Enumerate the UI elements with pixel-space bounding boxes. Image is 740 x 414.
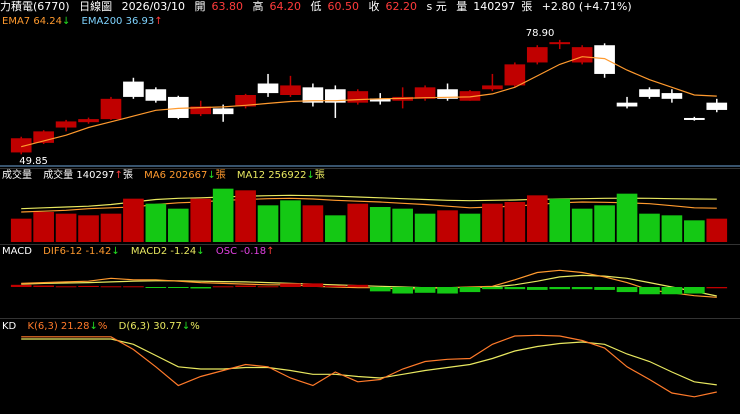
volume-bar bbox=[459, 213, 481, 242]
volume-bar bbox=[325, 215, 346, 242]
volume-bar bbox=[392, 208, 413, 242]
osc-bar bbox=[302, 283, 324, 287]
volume-bar bbox=[302, 205, 324, 242]
osc-bar bbox=[684, 287, 705, 294]
osc-bar bbox=[571, 287, 593, 290]
volume-bar bbox=[257, 205, 279, 242]
volume-bar bbox=[594, 205, 615, 242]
dif-line bbox=[21, 269, 717, 298]
min-price-label: 49.85 bbox=[19, 156, 48, 167]
volume-bar bbox=[10, 218, 32, 242]
volume-bar bbox=[482, 203, 503, 242]
volume-bar bbox=[123, 198, 144, 242]
volume-bar bbox=[661, 215, 683, 242]
osc-bar bbox=[504, 287, 526, 290]
volume-bar bbox=[78, 215, 99, 242]
volume-bar bbox=[549, 198, 571, 242]
volume-bar bbox=[706, 218, 728, 242]
volume-bar bbox=[347, 203, 369, 242]
osc-bar bbox=[167, 287, 189, 288]
osc-bar bbox=[347, 284, 369, 287]
osc-bar bbox=[212, 286, 234, 288]
volume-bar bbox=[571, 208, 593, 242]
osc-bar bbox=[78, 285, 99, 287]
volume-bar bbox=[639, 213, 660, 242]
osc-bar bbox=[235, 285, 256, 287]
osc-bar bbox=[190, 287, 212, 289]
d-line bbox=[21, 338, 717, 386]
osc-bar bbox=[616, 287, 638, 293]
volume-bar bbox=[616, 193, 638, 242]
osc-bar bbox=[414, 287, 436, 293]
osc-bar bbox=[325, 285, 346, 287]
osc-bar bbox=[482, 287, 503, 290]
volume-bar bbox=[235, 190, 256, 242]
volume-bar bbox=[437, 210, 458, 242]
stock-chart-svg: 78.90 49.85 bbox=[0, 28, 740, 398]
osc-bar bbox=[280, 283, 301, 287]
k-line bbox=[21, 334, 717, 398]
osc-bar bbox=[100, 286, 122, 288]
volume-bar bbox=[33, 212, 54, 242]
volume-bar bbox=[414, 213, 436, 242]
volume-bar bbox=[684, 220, 705, 242]
max-price-label: 78.90 bbox=[526, 28, 555, 39]
volume-bar bbox=[100, 213, 122, 242]
volume-bar bbox=[212, 188, 234, 242]
osc-bar bbox=[369, 287, 391, 292]
osc-bar bbox=[437, 287, 458, 294]
osc-bar bbox=[526, 287, 548, 290]
volume-bar bbox=[526, 195, 548, 242]
osc-bar bbox=[594, 287, 615, 290]
osc-bar bbox=[257, 286, 279, 288]
osc-bar bbox=[392, 287, 413, 294]
osc-bar bbox=[661, 287, 683, 295]
volume-bar bbox=[145, 203, 167, 242]
osc-bar bbox=[639, 287, 660, 295]
osc-bar bbox=[145, 287, 167, 288]
volume-bar bbox=[167, 208, 189, 242]
osc-bar bbox=[459, 287, 481, 293]
osc-bar bbox=[549, 287, 571, 290]
osc-bar bbox=[10, 284, 32, 287]
osc-bar bbox=[55, 286, 77, 288]
volume-bar bbox=[280, 200, 301, 242]
volume-bar bbox=[55, 213, 77, 242]
osc-bar bbox=[33, 285, 54, 287]
osc-bar bbox=[706, 287, 728, 289]
volume-bar bbox=[504, 202, 526, 242]
osc-bar bbox=[123, 286, 144, 288]
volume-bar bbox=[190, 198, 212, 242]
volume-bar bbox=[369, 207, 391, 242]
